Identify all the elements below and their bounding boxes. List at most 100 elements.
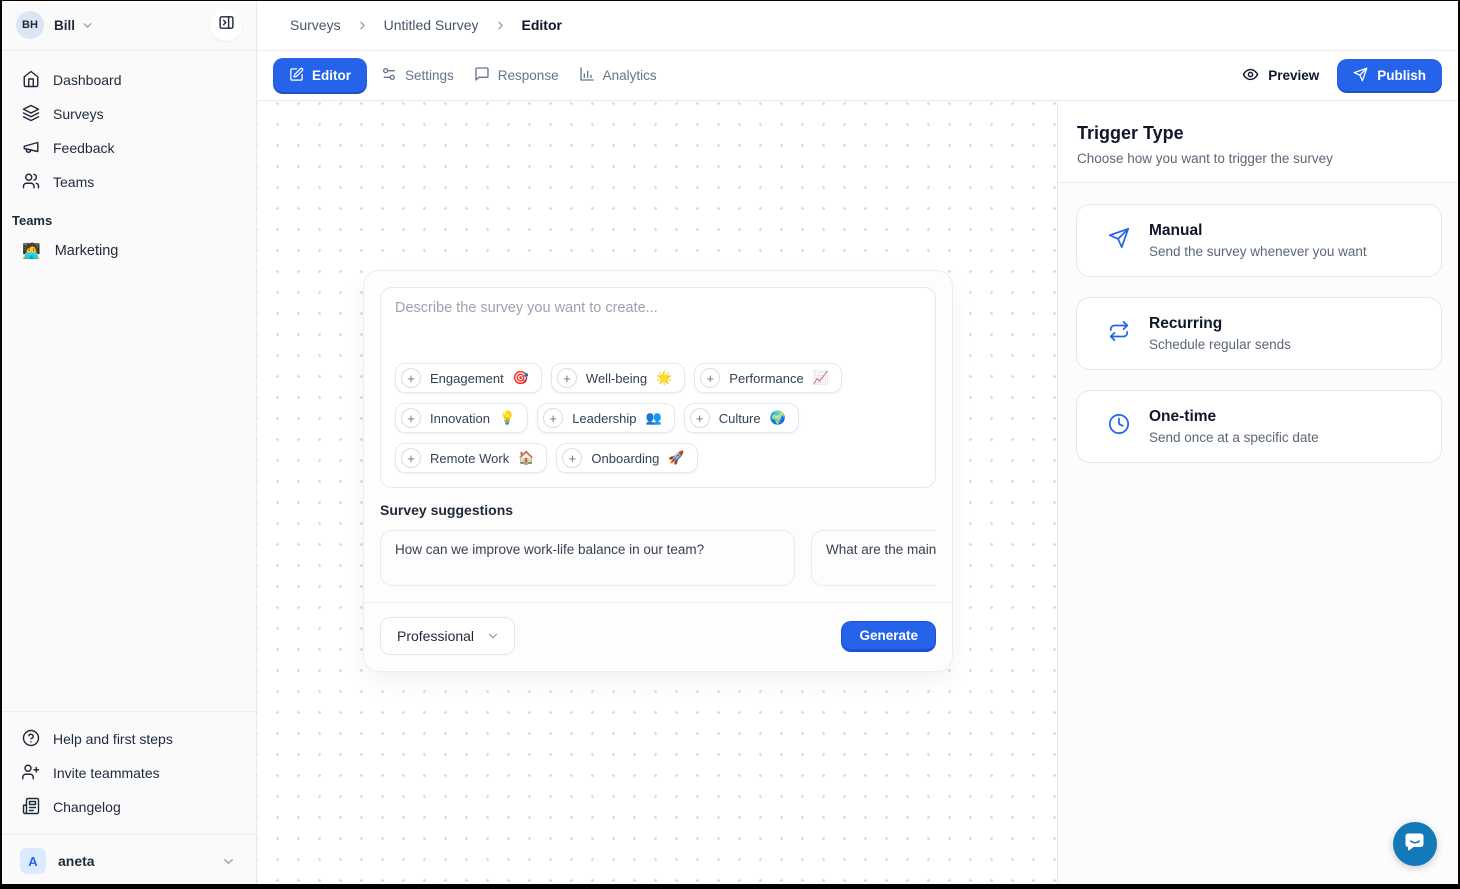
topic-chip-performance[interactable]: +Performance📈 [694, 363, 842, 393]
survey-description-input[interactable] [395, 300, 921, 363]
topic-chip-culture[interactable]: +Culture🌍 [684, 403, 799, 433]
sidebar-spacer [0, 268, 256, 711]
toolbar-actions: Preview Publish [1242, 59, 1442, 93]
tab-label: Response [498, 68, 559, 83]
topic-chip-leadership[interactable]: +Leadership👥 [537, 403, 675, 433]
chevron-right-icon [356, 19, 369, 32]
help-circle-icon [22, 729, 40, 750]
topic-chip-innovation[interactable]: +Innovation💡 [395, 403, 528, 433]
suggestion-card[interactable]: What are the main ob [811, 530, 936, 586]
tab-label: Analytics [603, 68, 657, 83]
plus-icon: + [700, 368, 720, 388]
plus-icon: + [562, 448, 582, 468]
sidebar-item-label: Teams [53, 174, 94, 190]
survey-suggestions: Survey suggestions How can we improve wo… [364, 488, 952, 586]
sidebar-footer-nav: Help and first steps Invite teammates Ch… [0, 711, 256, 824]
sidebar-item-label: Invite teammates [53, 765, 160, 781]
plus-icon: + [401, 408, 421, 428]
trigger-option-title: One-time [1149, 408, 1319, 426]
preview-label: Preview [1268, 68, 1319, 83]
topic-chip-remote-work[interactable]: +Remote Work🏠 [395, 443, 547, 473]
publish-button[interactable]: Publish [1337, 59, 1442, 93]
teams-section-label: Teams [0, 199, 256, 234]
topic-chip-onboarding[interactable]: + Onboarding 🚀 [556, 443, 697, 473]
generate-button[interactable]: Generate [841, 621, 936, 652]
preview-button[interactable]: Preview [1242, 66, 1319, 86]
trigger-type-panel: Trigger Type Choose how you want to trig… [1057, 101, 1460, 889]
trigger-option-title: Manual [1149, 222, 1367, 240]
user-plus-icon [22, 763, 40, 784]
tab-analytics[interactable]: Analytics [569, 58, 667, 93]
target-emoji-icon: 🎯 [513, 370, 529, 386]
repeat-icon [1108, 320, 1130, 347]
newspaper-icon [22, 797, 40, 818]
editor-canvas[interactable]: +Engagement🎯 +Well-being🌟 +Performance📈 … [257, 101, 1057, 889]
tab-settings[interactable]: Settings [371, 58, 464, 93]
sidebar-collapse-button[interactable] [210, 9, 242, 41]
composer-footer: Professional Generate [364, 602, 952, 671]
chip-label: Onboarding [591, 451, 659, 466]
content-row: +Engagement🎯 +Well-being🌟 +Performance📈 … [257, 101, 1460, 889]
editor-toolbar: Editor Settings Response Analytics Previ… [257, 51, 1460, 101]
ai-survey-composer: +Engagement🎯 +Well-being🌟 +Performance📈 … [363, 270, 953, 672]
trigger-panel-header: Trigger Type Choose how you want to trig… [1058, 101, 1460, 183]
chip-label: Remote Work [430, 451, 509, 466]
sidebar-item-label: Feedback [53, 140, 114, 156]
sidebar: BH Bill Dashboard Surveys Feedb [0, 0, 257, 889]
plus-icon: + [690, 408, 710, 428]
topic-chip-engagement[interactable]: + Engagement 🎯 [395, 363, 542, 393]
topic-chips: +Engagement🎯 +Well-being🌟 +Performance📈 … [395, 363, 921, 473]
sidebar-item-dashboard[interactable]: Dashboard [12, 63, 244, 97]
trigger-option-recurring[interactable]: Recurring Schedule regular sends [1076, 297, 1442, 370]
workspace-switcher[interactable]: BH Bill [0, 0, 256, 51]
prompt-box: +Engagement🎯 +Well-being🌟 +Performance📈 … [380, 287, 936, 488]
chat-launcher-button[interactable] [1393, 822, 1437, 866]
chip-label: Culture [719, 411, 761, 426]
user-menu[interactable]: A aneta [12, 843, 244, 879]
trigger-option-one-time[interactable]: One-time Send once at a specific date [1076, 390, 1442, 463]
technologist-emoji-icon: 🧑‍💻 [22, 242, 41, 260]
trigger-options: Manual Send the survey whenever you want… [1058, 183, 1460, 484]
rocket-emoji-icon: 🚀 [668, 450, 684, 466]
bulb-emoji-icon: 💡 [499, 410, 515, 426]
tab-response[interactable]: Response [464, 58, 569, 93]
tab-label: Settings [405, 68, 454, 83]
sidebar-item-changelog[interactable]: Changelog [12, 790, 244, 824]
sidebar-item-feedback[interactable]: Feedback [12, 131, 244, 165]
panel-title: Trigger Type [1077, 123, 1442, 144]
sidebar-item-help[interactable]: Help and first steps [12, 722, 244, 756]
home-icon [22, 70, 40, 91]
breadcrumb-editor: Editor [522, 17, 562, 33]
trigger-option-description: Schedule regular sends [1149, 337, 1291, 352]
chat-bubble-icon [1403, 830, 1427, 859]
send-icon [1353, 67, 1368, 85]
sidebar-team-marketing[interactable]: 🧑‍💻 Marketing [12, 234, 244, 268]
sidebar-item-label: Changelog [53, 799, 121, 815]
trigger-option-manual[interactable]: Manual Send the survey whenever you want [1076, 204, 1442, 277]
sidebar-item-invite[interactable]: Invite teammates [12, 756, 244, 790]
tab-editor[interactable]: Editor [273, 58, 367, 94]
panel-toggle-icon [218, 14, 235, 36]
breadcrumb-untitled-survey[interactable]: Untitled Survey [384, 17, 479, 33]
chip-label: Well-being [586, 371, 647, 386]
breadcrumb-surveys[interactable]: Surveys [290, 17, 341, 33]
chip-label: Leadership [572, 411, 636, 426]
chip-label: Engagement [430, 371, 504, 386]
send-icon [1108, 227, 1130, 254]
breadcrumb: Surveys Untitled Survey Editor [257, 0, 1460, 51]
chip-label: Performance [729, 371, 803, 386]
plus-icon: + [401, 368, 421, 388]
bar-chart-icon [579, 66, 595, 85]
topic-chip-well-being[interactable]: + Well-being 🌟 [551, 363, 685, 393]
plus-icon: + [401, 448, 421, 468]
team-name: Marketing [55, 243, 119, 259]
plus-icon: + [557, 368, 577, 388]
eye-icon [1242, 66, 1259, 86]
tone-select[interactable]: Professional [380, 617, 515, 655]
star-emoji-icon: 🌟 [656, 370, 672, 386]
sidebar-item-teams[interactable]: Teams [12, 165, 244, 199]
suggestion-card[interactable]: How can we improve work-life balance in … [380, 530, 795, 586]
sidebar-item-surveys[interactable]: Surveys [12, 97, 244, 131]
chevron-down-icon [81, 19, 94, 32]
message-square-icon [474, 66, 490, 85]
